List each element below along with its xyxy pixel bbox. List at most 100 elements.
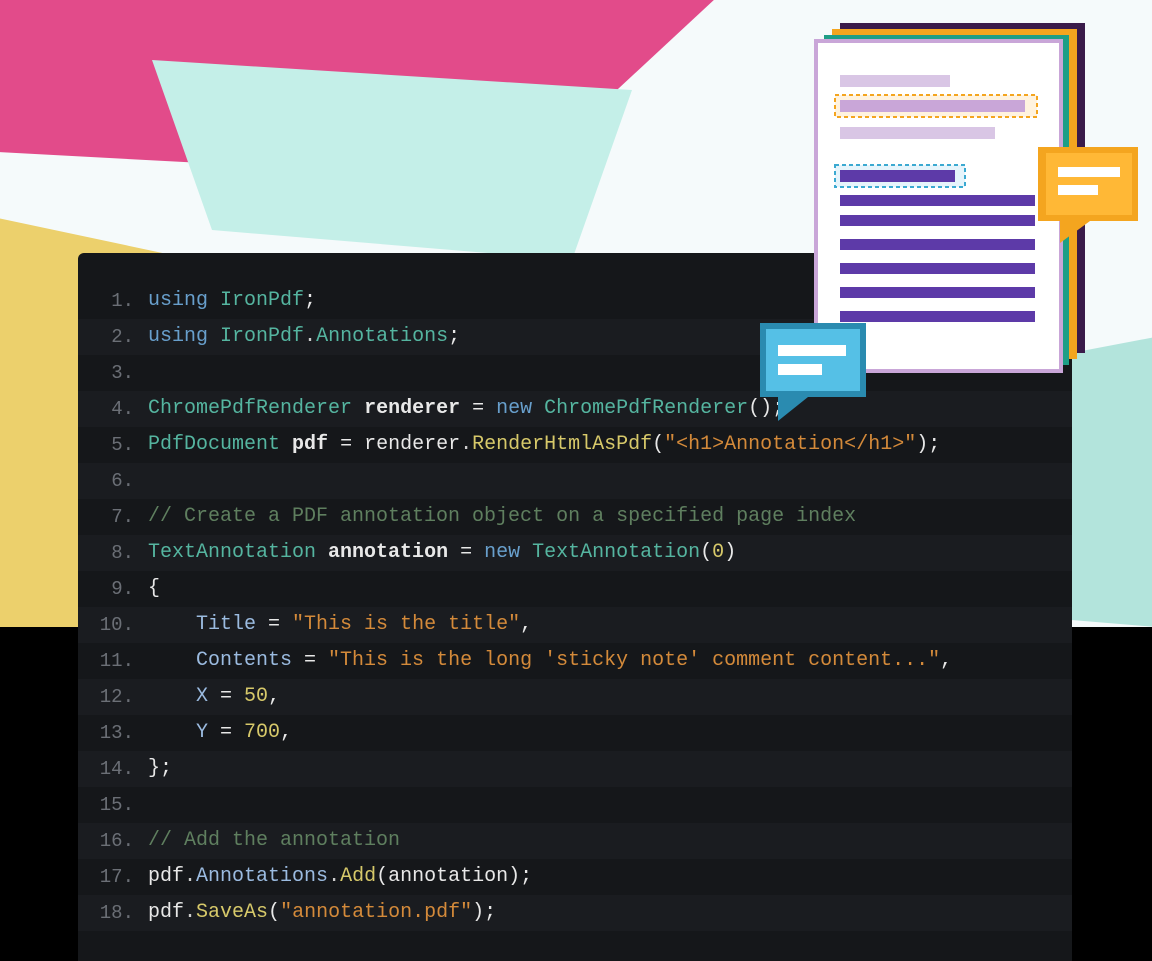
token-meth: Add [340, 865, 376, 888]
code-content: // Create a PDF annotation object on a s… [148, 499, 1072, 535]
token-type: ChromePdfRenderer [148, 397, 352, 420]
token-op: ; [304, 289, 316, 312]
code-content: TextAnnotation annotation = new TextAnno… [148, 535, 1072, 571]
token-op: (annotation); [376, 865, 532, 888]
token-type: TextAnnotation [148, 541, 316, 564]
code-content: // Add the annotation [148, 823, 1072, 859]
token-prop: Annotations [196, 865, 328, 888]
code-line: 11. Contents = "This is the long 'sticky… [78, 643, 1072, 679]
token-str: "This is the long 'sticky note' comment … [328, 649, 940, 672]
token-type: ChromePdfRenderer [544, 397, 748, 420]
token-type: IronPdf [220, 289, 304, 312]
line-number: 3. [78, 355, 148, 391]
code-line: 10. Title = "This is the title", [78, 607, 1072, 643]
line-number: 1. [78, 283, 148, 319]
comment-bubble-blue-icon [760, 323, 866, 421]
token-type: Annotations [316, 325, 448, 348]
line-number: 5. [78, 427, 148, 463]
line-number: 10. [78, 607, 148, 643]
token-type: PdfDocument [148, 433, 280, 456]
token-op: pdf [148, 865, 184, 888]
token-dot: . [184, 865, 196, 888]
token-op: ; [448, 325, 460, 348]
line-number: 9. [78, 571, 148, 607]
token-prop: Y [196, 721, 208, 744]
token-kw: using [148, 289, 208, 312]
token-op [520, 541, 532, 564]
token-var: pdf [292, 433, 328, 456]
token-op: ( [700, 541, 712, 564]
token-meth: RenderHtmlAsPdf [472, 433, 652, 456]
token-op: ) [724, 541, 736, 564]
token-op: }; [148, 757, 172, 780]
code-line: 12. X = 50, [78, 679, 1072, 715]
token-op: , [280, 721, 292, 744]
line-number: 17. [78, 859, 148, 895]
token-op [208, 325, 220, 348]
line-number: 7. [78, 499, 148, 535]
token-prop: X [196, 685, 208, 708]
token-str: "This is the title" [292, 613, 520, 636]
token-op [148, 721, 196, 744]
code-line: 7.// Create a PDF annotation object on a… [78, 499, 1072, 535]
token-op [148, 649, 196, 672]
token-dot: . [328, 865, 340, 888]
line-number: 11. [78, 643, 148, 679]
code-line: 6. [78, 463, 1072, 499]
code-line: 13. Y = 700, [78, 715, 1072, 751]
line-number: 12. [78, 679, 148, 715]
token-str: "annotation.pdf" [280, 901, 472, 924]
token-op: = [292, 649, 328, 672]
token-op: = [208, 721, 244, 744]
code-content: Title = "This is the title", [148, 607, 1072, 643]
line-number: 14. [78, 751, 148, 787]
token-num: 0 [712, 541, 724, 564]
token-prop: Contents [196, 649, 292, 672]
code-content: pdf.Annotations.Add(annotation); [148, 859, 1072, 895]
token-meth: SaveAs [196, 901, 268, 924]
token-dot: . [184, 901, 196, 924]
token-op [352, 397, 364, 420]
line-number: 8. [78, 535, 148, 571]
code-content: }; [148, 751, 1072, 787]
token-num: 50 [244, 685, 268, 708]
token-op: { [148, 577, 160, 600]
token-op: ( [268, 901, 280, 924]
token-kw: using [148, 325, 208, 348]
token-var: renderer [364, 397, 460, 420]
code-line: 17.pdf.Annotations.Add(annotation); [78, 859, 1072, 895]
token-op [148, 685, 196, 708]
code-content: pdf.SaveAs("annotation.pdf"); [148, 895, 1072, 931]
code-line: 8.TextAnnotation annotation = new TextAn… [78, 535, 1072, 571]
token-op: = renderer [328, 433, 460, 456]
document-stack-illustration [760, 15, 1140, 435]
token-cm: // Create a PDF annotation object on a s… [148, 505, 856, 528]
token-op [148, 613, 196, 636]
token-type: IronPdf [220, 325, 304, 348]
code-line: 9.{ [78, 571, 1072, 607]
token-op: = [256, 613, 292, 636]
line-number: 13. [78, 715, 148, 751]
line-number: 4. [78, 391, 148, 427]
token-op [316, 541, 328, 564]
token-kw: new [496, 397, 532, 420]
code-line: 14.}; [78, 751, 1072, 787]
line-number: 2. [78, 319, 148, 355]
token-num: 700 [244, 721, 280, 744]
token-kw: new [484, 541, 520, 564]
code-content: X = 50, [148, 679, 1072, 715]
token-op: = [448, 541, 484, 564]
token-cm: // Add the annotation [148, 829, 400, 852]
code-content: Y = 700, [148, 715, 1072, 751]
token-dot: . [460, 433, 472, 456]
line-number: 18. [78, 895, 148, 931]
token-op [532, 397, 544, 420]
token-op [208, 289, 220, 312]
token-op: ); [916, 433, 940, 456]
line-number: 15. [78, 787, 148, 823]
token-prop: Title [196, 613, 256, 636]
token-op: , [268, 685, 280, 708]
token-op: ); [472, 901, 496, 924]
token-op: pdf [148, 901, 184, 924]
token-op: , [940, 649, 952, 672]
